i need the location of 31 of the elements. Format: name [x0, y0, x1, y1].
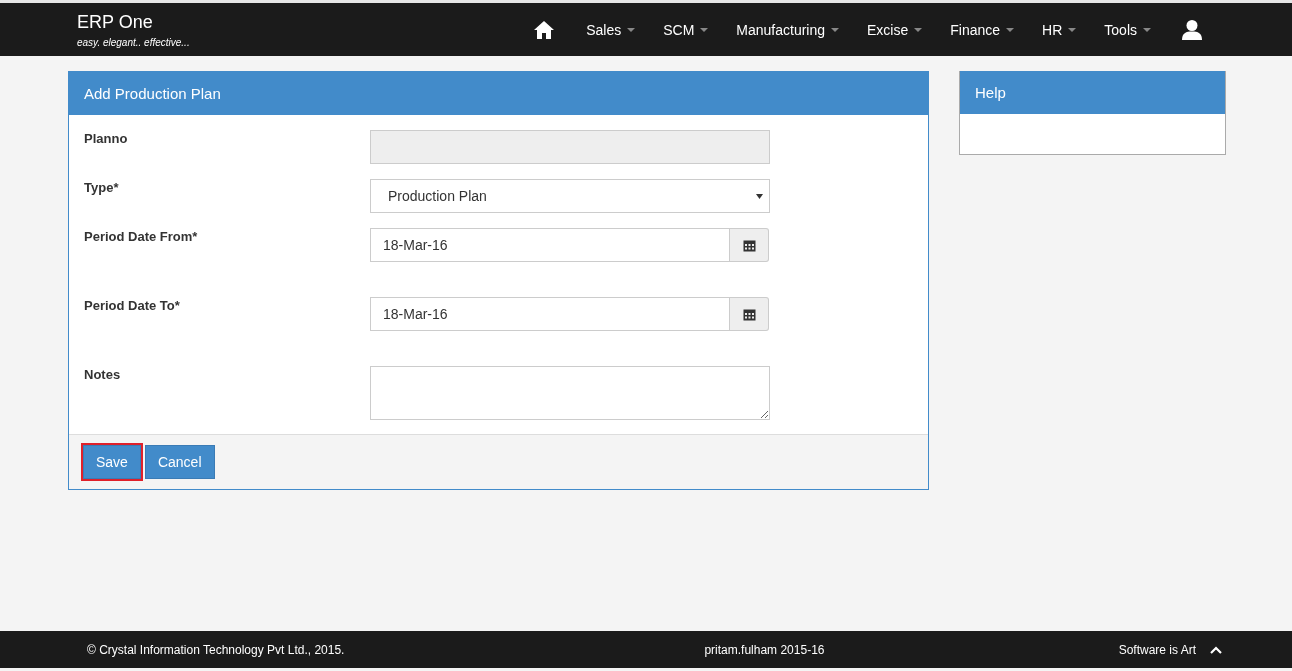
form-button[interactable]: Cancel	[144, 445, 215, 479]
field-label: Notes	[84, 366, 122, 382]
calendar-icon	[742, 307, 756, 321]
calendar-button[interactable]	[730, 228, 769, 262]
nav-menu-item[interactable]: Tools	[1090, 21, 1165, 38]
user-icon[interactable]	[1181, 18, 1203, 41]
notes-field[interactable]	[370, 366, 770, 420]
copyright-text: © Crystal Information Technology Pvt Ltd., 2015.	[87, 642, 345, 657]
nav-menu-item[interactable]: Finance	[936, 21, 1029, 38]
home-icon[interactable]	[533, 19, 556, 40]
slogan-text: Software is Art	[1118, 642, 1196, 657]
select-field[interactable]: Production Plan	[370, 179, 770, 213]
form-button[interactable]: Save	[83, 445, 141, 479]
brand-tagline: easy. elegant.. effective...	[77, 37, 190, 48]
field-label: Planno	[84, 130, 129, 146]
nav-menu-item[interactable]: Sales	[572, 21, 650, 38]
panel-title: Help	[975, 84, 1006, 101]
field-label: Type*	[84, 179, 120, 195]
nav-menu-item[interactable]: Excise	[853, 21, 937, 38]
nav-menu-item[interactable]: HR	[1028, 21, 1091, 38]
calendar-button[interactable]	[730, 297, 769, 331]
nav-menu-item[interactable]: Manufacturing	[722, 21, 854, 38]
field-label: Period Date From*	[84, 228, 199, 244]
dropdown-arrow-icon	[756, 193, 763, 199]
chevron-up-icon[interactable]	[1210, 645, 1222, 654]
panel-title: Add Production Plan	[84, 85, 221, 102]
nav-menu-item[interactable]: SCM	[649, 21, 723, 38]
brand-title[interactable]: ERP One	[77, 11, 190, 33]
user-session-text: pritam.fulham 2015-16	[704, 642, 825, 657]
calendar-icon	[742, 238, 756, 252]
field-label: Period Date To*	[84, 297, 181, 313]
